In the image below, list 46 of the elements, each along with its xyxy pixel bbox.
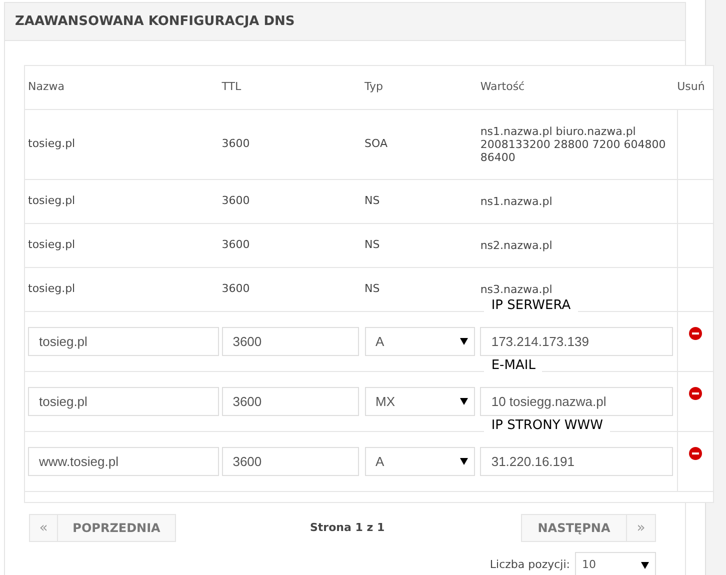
table-cell: 3600	[222, 282, 250, 296]
next-button[interactable]: NASTĘPNA »	[521, 514, 656, 542]
dropdown-arrow-icon	[460, 398, 468, 405]
type-select[interactable]: A	[364, 327, 475, 356]
table-cell: NS	[364, 282, 380, 296]
dropdown-arrow-icon	[460, 338, 468, 345]
dropdown-arrow-icon	[460, 458, 468, 465]
delete-icon[interactable]	[689, 327, 702, 340]
ttl-field[interactable]: 3600	[222, 387, 359, 416]
column-header: Typ	[364, 80, 384, 94]
panel-title: ZAAWANSOWANA KONFIGURACJA DNS	[15, 12, 295, 31]
delete-icon[interactable]	[689, 447, 702, 460]
table-cell: ns2.nazwa.pl	[480, 239, 552, 252]
type-select[interactable]: MX	[364, 387, 475, 416]
previous-button[interactable]: « POPRZEDNIA	[29, 514, 176, 542]
table-cell: tosieg.pl	[28, 137, 76, 150]
per-page-label: Liczba pozycji:	[490, 556, 570, 573]
table-cell: tosieg.pl	[28, 282, 76, 296]
delete-icon[interactable]	[689, 387, 702, 400]
table-cell: NS	[364, 238, 380, 252]
column-header: TTL	[222, 80, 242, 94]
name-field[interactable]: www.tosieg.pl	[28, 447, 219, 476]
value-field[interactable]: 10 tosiegg.nazwa.pl	[480, 387, 674, 416]
table-cell: ns1.nazwa.pl	[480, 195, 552, 208]
name-field[interactable]: tosieg.pl	[28, 387, 219, 416]
per-page-select[interactable]: 10	[575, 552, 656, 575]
table-cell: SOA	[364, 137, 388, 150]
table-cell: ns1.nazwa.pl biuro.nazwa.pl 2008133200 28800 7200 604800 86400	[480, 125, 666, 164]
value-field[interactable]: 31.220.16.191	[480, 447, 674, 476]
dropdown-arrow-icon	[641, 562, 649, 568]
column-header: Usuń	[677, 80, 705, 94]
ttl-field[interactable]: 3600	[222, 327, 359, 356]
table-cell: tosieg.pl	[28, 194, 76, 208]
name-field[interactable]: tosieg.pl	[28, 327, 219, 356]
column-header: Nazwa	[28, 80, 64, 94]
value-field[interactable]: 173.214.173.139	[480, 327, 674, 356]
type-select[interactable]: A	[364, 447, 475, 476]
page-indicator: Strona 1 z 1	[310, 520, 385, 536]
ttl-field[interactable]: 3600	[222, 447, 359, 476]
table-cell: ns3.nazwa.pl	[480, 283, 552, 296]
table-cell: tosieg.pl	[28, 238, 76, 252]
column-header: Wartość	[480, 80, 525, 94]
table-cell: 3600	[222, 238, 250, 252]
table-cell: 3600	[222, 194, 250, 208]
table-cell: NS	[364, 194, 380, 208]
table-cell: 3600	[222, 137, 250, 150]
